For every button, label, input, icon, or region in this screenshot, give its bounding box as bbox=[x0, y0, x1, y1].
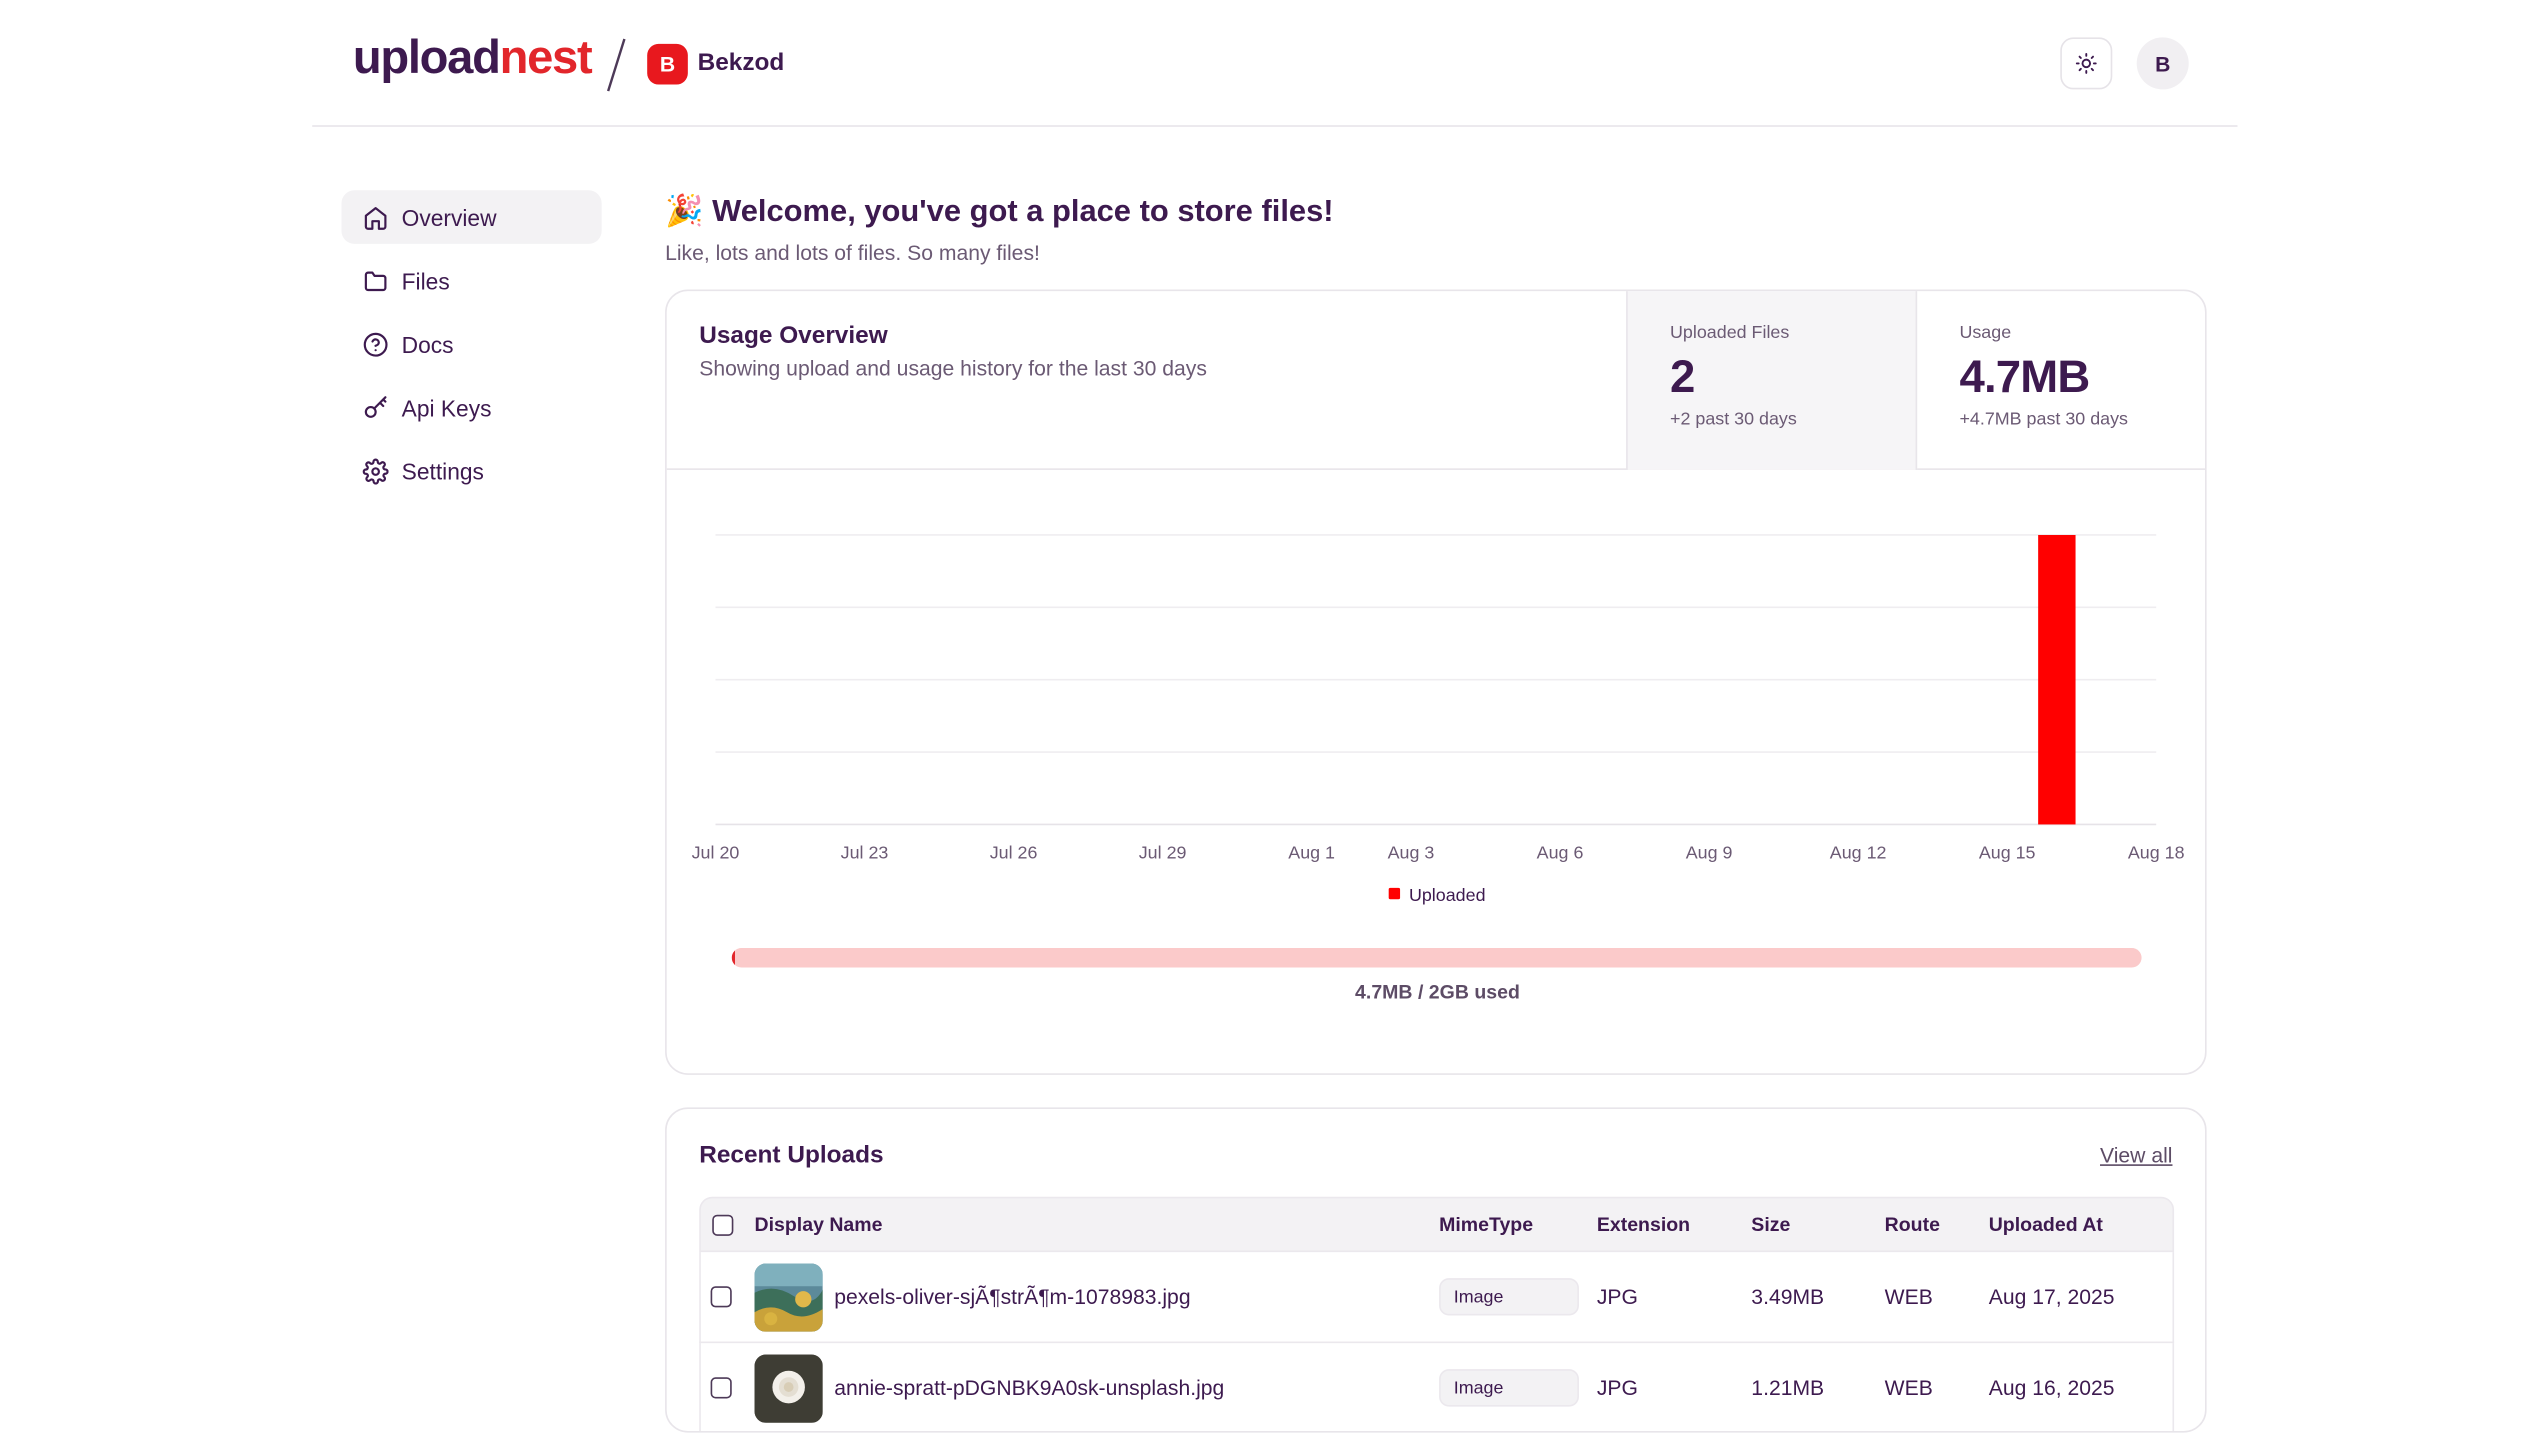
sidebar-item-overview[interactable]: Overview bbox=[341, 190, 602, 244]
col-size[interactable]: Size bbox=[1751, 1198, 1790, 1250]
select-all-checkbox[interactable] bbox=[712, 1213, 734, 1236]
stat-uploaded-files[interactable]: Uploaded Files 2 +2 past 30 days bbox=[1626, 291, 1918, 470]
x-tick-label: Jul 23 bbox=[841, 843, 889, 863]
sidebar-item-api-keys[interactable]: Api Keys bbox=[341, 381, 601, 435]
gear-icon bbox=[362, 457, 389, 484]
col-mimetype[interactable]: MimeType bbox=[1439, 1198, 1533, 1250]
display-name-cell: annie-spratt-pDGNBK9A0sk-unsplash.jpg bbox=[754, 1343, 1224, 1431]
select-all-cell bbox=[712, 1198, 734, 1250]
stat-value: 2 bbox=[1670, 351, 1695, 402]
folder-icon bbox=[364, 270, 387, 291]
sidebar-item-files[interactable]: Files bbox=[341, 254, 601, 308]
x-tick-label: Jul 29 bbox=[1139, 843, 1187, 863]
top-header: uploadnest B Bekzod B bbox=[312, 0, 2238, 127]
col-uploaded-at[interactable]: Uploaded At bbox=[1989, 1198, 2103, 1250]
stat-value: 4.7MB bbox=[1959, 351, 2090, 402]
col-display-name[interactable]: Display Name bbox=[755, 1198, 883, 1250]
extension-cell: JPG bbox=[1596, 1284, 1638, 1310]
home-icon bbox=[364, 206, 387, 230]
size-cell: 1.21MB bbox=[1751, 1375, 1825, 1401]
storage-progress-fill bbox=[731, 948, 735, 968]
chart-legend: Uploaded bbox=[667, 886, 2205, 906]
app-frame: uploadnest B Bekzod B Overview Files Doc… bbox=[0, 0, 2540, 1433]
col-route[interactable]: Route bbox=[1885, 1198, 1940, 1250]
file-thumbnail[interactable] bbox=[754, 1262, 823, 1331]
workspace-badge[interactable]: B bbox=[647, 43, 688, 85]
mimetype-cell: Image bbox=[1439, 1252, 1579, 1341]
key-icon bbox=[364, 395, 387, 418]
stat-usage[interactable]: Usage 4.7MB +4.7MB past 30 days bbox=[1915, 291, 2205, 470]
x-tick-label: Aug 3 bbox=[1388, 843, 1435, 863]
display-name-cell: pexels-oliver-sjÃ¶strÃ¶m-1078983.jpg bbox=[754, 1252, 1191, 1341]
x-tick-label: Jul 20 bbox=[692, 843, 740, 863]
table-header: Display Name MimeType Extension Size Rou… bbox=[699, 1196, 2175, 1253]
logo-text-accent: nest bbox=[499, 32, 593, 85]
sidebar-item-label: Docs bbox=[401, 330, 454, 357]
x-tick-label: Aug 15 bbox=[1979, 843, 2036, 863]
breadcrumb-separator bbox=[606, 38, 626, 92]
sidebar-item-label: Api Keys bbox=[401, 394, 492, 421]
uploaded-at-cell: Aug 17, 2025 bbox=[1988, 1284, 2115, 1310]
logo[interactable]: uploadnest bbox=[352, 32, 593, 87]
x-tick-label: Aug 18 bbox=[2128, 843, 2185, 863]
col-extension[interactable]: Extension bbox=[1597, 1198, 1690, 1250]
file-name[interactable]: annie-spratt-pDGNBK9A0sk-unsplash.jpg bbox=[834, 1376, 1224, 1400]
sidebar-item-label: Files bbox=[401, 267, 450, 294]
stat-note: +4.7MB past 30 days bbox=[1959, 409, 2129, 430]
sidebar-item-label: Settings bbox=[401, 457, 484, 484]
file-thumbnail[interactable] bbox=[754, 1353, 823, 1423]
sun-icon bbox=[2075, 52, 2097, 74]
x-tick-label: Aug 9 bbox=[1686, 843, 1733, 863]
mimetype-badge: Image bbox=[1439, 1369, 1579, 1407]
sidebar-item-settings[interactable]: Settings bbox=[341, 444, 601, 498]
uploaded-at-cell: Aug 16, 2025 bbox=[1988, 1375, 2115, 1401]
x-tick-label: Aug 12 bbox=[1830, 843, 1887, 863]
sidebar-nav: Overview Files Docs Api Keys Settings bbox=[341, 190, 602, 507]
usage-title: Usage Overview bbox=[699, 321, 888, 350]
file-name[interactable]: pexels-oliver-sjÃ¶strÃ¶m-1078983.jpg bbox=[834, 1285, 1190, 1309]
row-checkbox[interactable] bbox=[710, 1377, 732, 1399]
usage-card-header: Usage Overview Showing upload and usage … bbox=[666, 291, 2205, 470]
storage-used-text: 4.7MB / 2GB used bbox=[1355, 980, 1520, 1004]
page-subtitle: Like, lots and lots of files. So many fi… bbox=[665, 240, 1040, 266]
sidebar-item-docs[interactable]: Docs bbox=[341, 317, 601, 371]
storage-progress-bar bbox=[731, 948, 2142, 968]
theme-toggle-button[interactable] bbox=[2060, 37, 2113, 90]
view-all-link[interactable]: View all bbox=[2100, 1143, 2172, 1167]
row-select-cell bbox=[710, 1343, 732, 1431]
mimetype-cell: Image bbox=[1439, 1343, 1579, 1431]
legend-swatch bbox=[1389, 887, 1401, 900]
legend-label: Uploaded bbox=[1408, 886, 1486, 906]
mimetype-badge: Image bbox=[1439, 1278, 1579, 1316]
route-cell: WEB bbox=[1884, 1375, 1933, 1401]
size-cell: 3.49MB bbox=[1751, 1284, 1825, 1310]
stat-label: Usage bbox=[1959, 323, 2012, 344]
usage-description: Showing upload and usage history for the… bbox=[699, 356, 1207, 381]
table-row[interactable]: annie-spratt-pDGNBK9A0sk-unsplash.jpg Im… bbox=[699, 1343, 2175, 1431]
stat-label: Uploaded Files bbox=[1670, 323, 1790, 344]
x-tick-label: Aug 1 bbox=[1288, 843, 1335, 863]
x-tick-label: Aug 6 bbox=[1537, 843, 1584, 863]
extension-cell: JPG bbox=[1596, 1375, 1638, 1401]
row-select-cell bbox=[710, 1252, 732, 1341]
recent-uploads-title: Recent Uploads bbox=[699, 1141, 884, 1170]
stat-note: +2 past 30 days bbox=[1670, 409, 1797, 430]
usage-bar-chart: Jul 20 Jul 23 Jul 26 Jul 29 Aug 1 Aug 3 Aug 6 A… bbox=[692, 534, 2185, 863]
table-row[interactable]: pexels-oliver-sjÃ¶strÃ¶m-1078983.jpg Ima… bbox=[699, 1252, 2175, 1344]
logo-text-main: upload bbox=[352, 32, 501, 85]
uploads-table: Display Name MimeType Extension Size Rou… bbox=[699, 1196, 2175, 1431]
sidebar-item-label: Overview bbox=[401, 204, 497, 231]
route-cell: WEB bbox=[1884, 1284, 1933, 1310]
user-avatar[interactable]: B bbox=[2136, 37, 2189, 90]
page-title: 🎉 Welcome, you've got a place to store f… bbox=[665, 195, 1334, 230]
chart-bar[interactable] bbox=[2038, 534, 2076, 825]
row-checkbox[interactable] bbox=[710, 1286, 732, 1308]
help-circle-icon bbox=[363, 331, 388, 356]
workspace-name[interactable]: Bekzod bbox=[698, 49, 785, 77]
usage-overview-card: Usage Overview Showing upload and usage … bbox=[665, 289, 2207, 1075]
recent-uploads-card: Recent Uploads View all Display Name Mim… bbox=[665, 1107, 2207, 1433]
x-tick-label: Jul 26 bbox=[990, 843, 1038, 863]
